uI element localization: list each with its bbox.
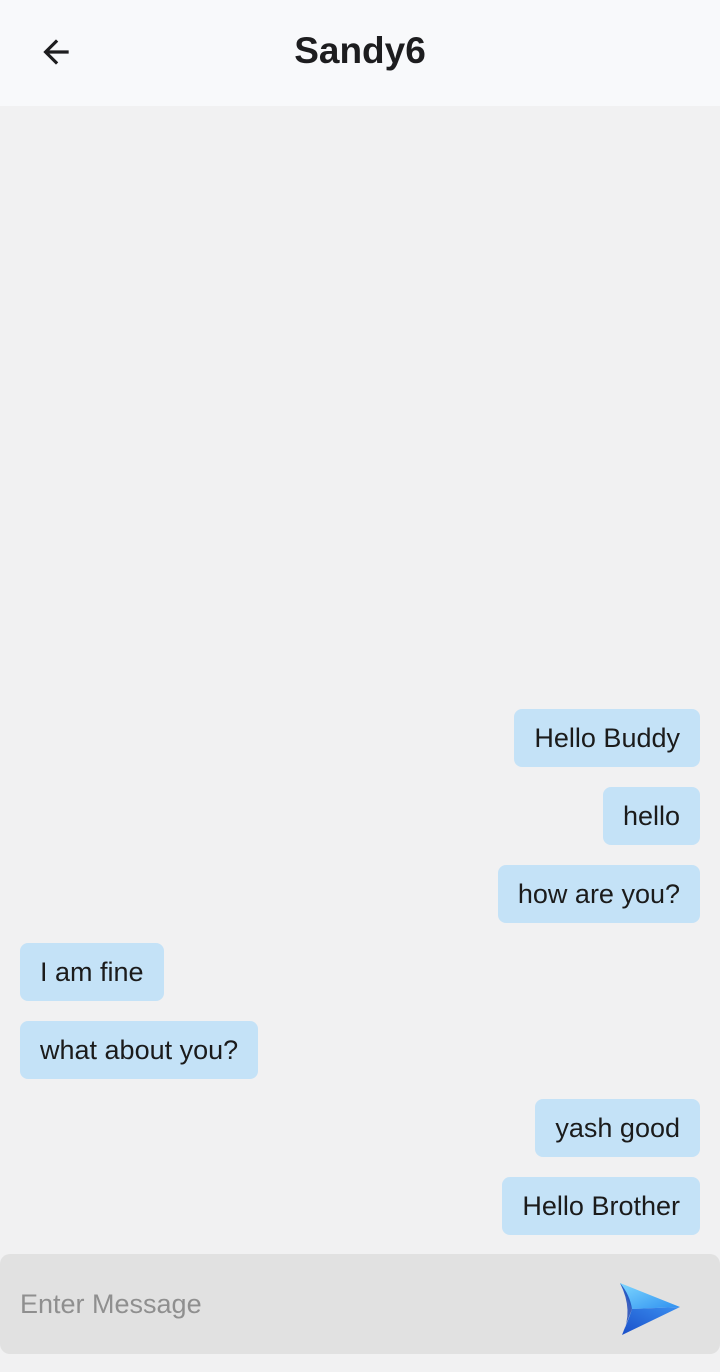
message-bubble-received: I am fine [20, 943, 164, 1001]
message-list: Hello Buddy hello how are you? I am fine… [0, 106, 720, 1254]
message-bubble-received: what about you? [20, 1021, 259, 1079]
chat-screen: Sandy6 Hello Buddy hello how are you? I … [0, 0, 720, 1372]
app-bar: Sandy6 [0, 0, 720, 106]
message-composer [0, 1254, 720, 1354]
send-icon [620, 1283, 680, 1335]
message-bubble-sent: how are you? [497, 865, 700, 923]
message-bubble-sent: hello [602, 787, 700, 845]
message-bubble-sent: yash good [535, 1099, 700, 1157]
page-title: Sandy6 [294, 30, 426, 71]
send-button[interactable] [610, 1274, 690, 1344]
message-bubble-sent: Hello Buddy [514, 709, 700, 767]
message-bubble-sent: Hello Brother [502, 1177, 700, 1235]
message-input[interactable] [20, 1274, 580, 1334]
